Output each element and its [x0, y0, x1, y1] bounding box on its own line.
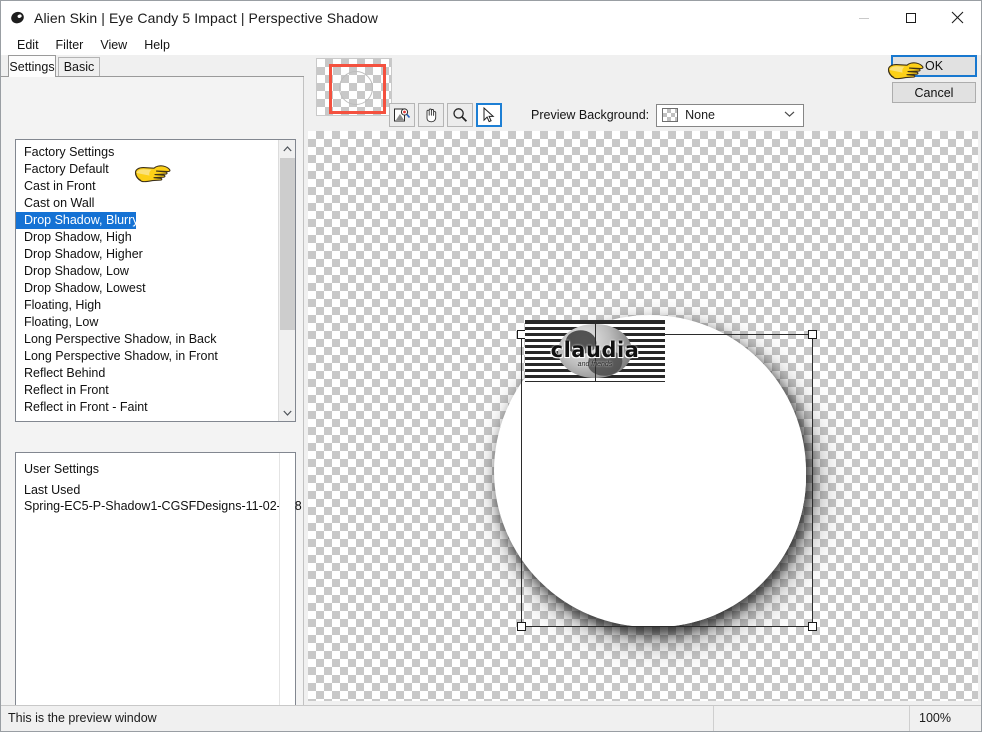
list-item[interactable]: Floating, High	[16, 297, 278, 314]
list-item[interactable]: Drop Shadow, Low	[16, 263, 278, 280]
preview-background-select[interactable]: None	[656, 103, 805, 127]
list-item[interactable]: Factory Settings	[16, 144, 278, 161]
scrollbar-thumb[interactable]	[280, 158, 295, 330]
tab-strip: Basic Settings	[1, 55, 304, 77]
minimize-icon[interactable]	[840, 1, 887, 34]
list-item[interactable]: Cast in Front	[16, 178, 278, 195]
chevron-down-icon[interactable]	[784, 110, 795, 121]
list-item[interactable]: Cast on Wall	[16, 195, 278, 212]
list-item[interactable]: Reflect in Front - Faint	[16, 399, 278, 416]
presets-list: Factory Settings Factory Default Cast in…	[16, 140, 278, 421]
list-item[interactable]: Drop Shadow, High	[16, 229, 278, 246]
selection-handle-top-right[interactable]	[808, 330, 817, 339]
window-controls	[840, 1, 981, 34]
selection-handle-bottom-right[interactable]	[808, 622, 817, 631]
title-bar: Alien Skin | Eye Candy 5 Impact | Perspe…	[1, 1, 981, 34]
list-item-selected[interactable]: Drop Shadow, Blurry	[16, 212, 139, 229]
preview-canvas[interactable]	[308, 131, 978, 701]
arrow-select-tool-icon[interactable]	[476, 103, 502, 127]
close-icon[interactable]	[934, 1, 981, 34]
selection-handle-bottom-left[interactable]	[517, 622, 526, 631]
alien-skin-icon	[10, 10, 26, 26]
list-item[interactable]: Reflect in Front	[16, 382, 278, 399]
user-settings-listbox[interactable]: User Settings Last Used Spring-EC5-P-Sha…	[15, 452, 302, 731]
preview-background-label: Preview Background:	[531, 108, 650, 122]
settings-panel-body: Factory Settings Factory Default Cast in…	[1, 77, 304, 731]
navigator-thumbnail[interactable]	[316, 58, 392, 116]
user-settings-group[interactable]: Last Used	[16, 482, 295, 498]
tab-basic[interactable]: Basic	[58, 57, 100, 76]
status-divider-2	[909, 706, 910, 731]
window-title: Alien Skin | Eye Candy 5 Impact | Perspe…	[34, 9, 378, 26]
list-item[interactable]: Factory Default	[16, 161, 278, 178]
status-message: This is the preview window	[8, 711, 157, 725]
list-item[interactable]: Drop Shadow, Higher	[16, 246, 278, 263]
chevron-up-icon[interactable]	[279, 140, 295, 157]
menu-bar: Edit Filter View Help	[1, 34, 981, 55]
checker-swatch-icon	[662, 108, 679, 122]
status-divider-1	[713, 706, 714, 731]
tab-settings[interactable]: Settings	[8, 55, 56, 77]
settings-panel: Basic Settings Factory Settings Factory …	[1, 55, 304, 731]
menu-item-help[interactable]: Help	[136, 36, 179, 54]
preview-toolbar: Preview Background: None	[389, 102, 805, 128]
chevron-down-icon[interactable]	[279, 404, 295, 421]
watermark-subtext: and friends	[577, 361, 613, 368]
mask-eyedropper-tool-icon[interactable]	[389, 103, 415, 127]
list-item[interactable]: Drop Shadow, Lowest	[16, 280, 278, 297]
watermark-text: claudia	[550, 338, 640, 362]
list-item[interactable]: Long Perspective Shadow, in Back	[16, 331, 278, 348]
ok-button[interactable]: OK	[891, 55, 977, 77]
status-zoom-level: 100%	[919, 711, 951, 725]
hand-tool-icon[interactable]	[418, 103, 444, 127]
menu-item-edit[interactable]: Edit	[9, 36, 48, 54]
preview-area: Preview Background: None claudia and fri…	[304, 55, 981, 705]
preview-background-value: None	[685, 108, 716, 122]
list-item[interactable]: Floating, Low	[16, 314, 278, 331]
claudia-watermark: claudia and friends	[525, 320, 665, 382]
presets-listbox[interactable]: Factory Settings Factory Default Cast in…	[15, 139, 296, 422]
list-item[interactable]: Reflect Behind	[16, 365, 278, 382]
zoom-tool-icon[interactable]	[447, 103, 473, 127]
status-bar: This is the preview window 100%	[1, 705, 981, 731]
maximize-icon[interactable]	[887, 1, 934, 34]
menu-item-filter[interactable]: Filter	[48, 36, 93, 54]
user-settings-scrollbar[interactable]	[279, 453, 295, 731]
user-settings-title: User Settings	[24, 462, 100, 476]
navigator-viewport-rect[interactable]	[329, 64, 386, 114]
eye-candy-perspective-shadow-window: Alien Skin | Eye Candy 5 Impact | Perspe…	[0, 0, 982, 732]
user-settings-entry[interactable]: Spring-EC5-P-Shadow1-CGSFDesigns-11-02-2…	[16, 498, 302, 514]
cancel-button[interactable]: Cancel	[892, 82, 976, 103]
menu-item-view[interactable]: View	[92, 36, 136, 54]
presets-scrollbar[interactable]	[278, 140, 295, 421]
tab-active-cover	[9, 76, 55, 77]
list-item[interactable]: Long Perspective Shadow, in Front	[16, 348, 278, 365]
